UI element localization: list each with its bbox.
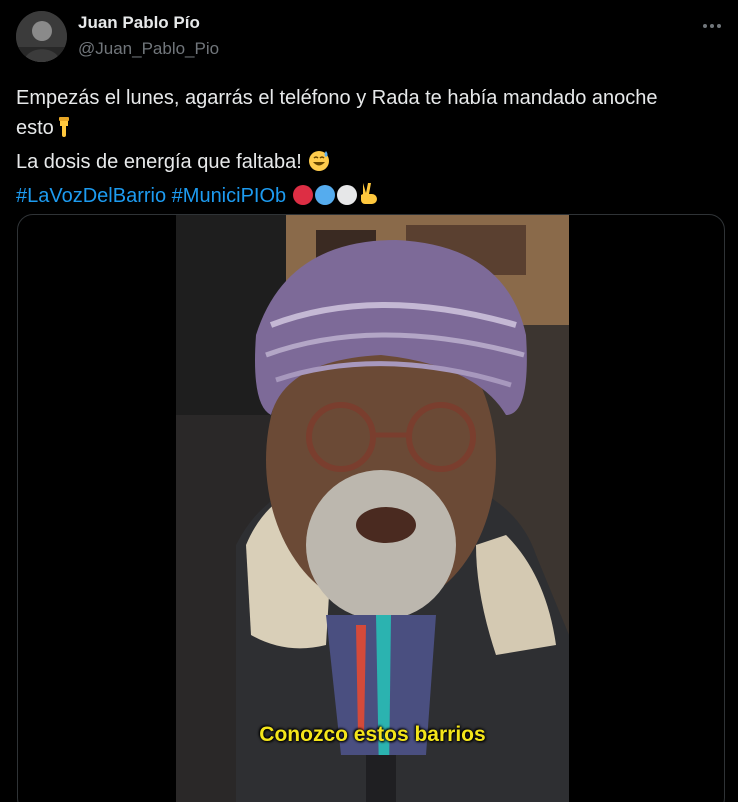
red-circle-icon bbox=[292, 184, 314, 215]
avatar-photo-icon bbox=[16, 11, 67, 62]
victory-hand-icon bbox=[358, 182, 378, 215]
tweet-text: Empezás el lunes, agarrás el teléfono y … bbox=[16, 83, 722, 215]
more-horizontal-icon bbox=[703, 24, 721, 28]
video-player[interactable]: Conozco estos barrios bbox=[176, 215, 569, 802]
tweet-text-esto: esto bbox=[16, 117, 54, 139]
hashtag-municipiob[interactable]: #MuniciPIOb bbox=[172, 185, 287, 207]
media-card[interactable]: Conozco estos barrios bbox=[17, 214, 725, 802]
tweet-text-line-2: esto bbox=[16, 113, 722, 147]
grinning-face-with-sweat-icon bbox=[307, 148, 331, 181]
white-circle-icon bbox=[336, 184, 358, 215]
author-avatar[interactable] bbox=[16, 11, 67, 62]
video-subtitle: Conozco estos barrios bbox=[259, 723, 486, 746]
tweet-text-line-4: #LaVozDelBarrio #MuniciPIOb bbox=[16, 181, 722, 215]
tweet: Juan Pablo Pío @Juan_Pablo_Pio Empezás e… bbox=[0, 0, 738, 802]
author-handle[interactable]: @Juan_Pablo_Pio bbox=[78, 39, 219, 59]
tweet-text-line-3: La dosis de energía que faltaba! bbox=[16, 147, 722, 181]
backhand-index-pointing-down-icon bbox=[54, 116, 74, 147]
tweet-text-energy: La dosis de energía que faltaba! bbox=[16, 151, 302, 173]
author-display-name[interactable]: Juan Pablo Pío bbox=[78, 13, 200, 33]
tweet-text-line-1: Empezás el lunes, agarrás el teléfono y … bbox=[16, 87, 658, 109]
video-thumbnail-image bbox=[176, 215, 569, 802]
more-options-button[interactable] bbox=[700, 14, 724, 38]
hashtag-lavozdelbarrio[interactable]: #LaVozDelBarrio bbox=[16, 185, 166, 207]
blue-circle-icon bbox=[314, 184, 336, 215]
